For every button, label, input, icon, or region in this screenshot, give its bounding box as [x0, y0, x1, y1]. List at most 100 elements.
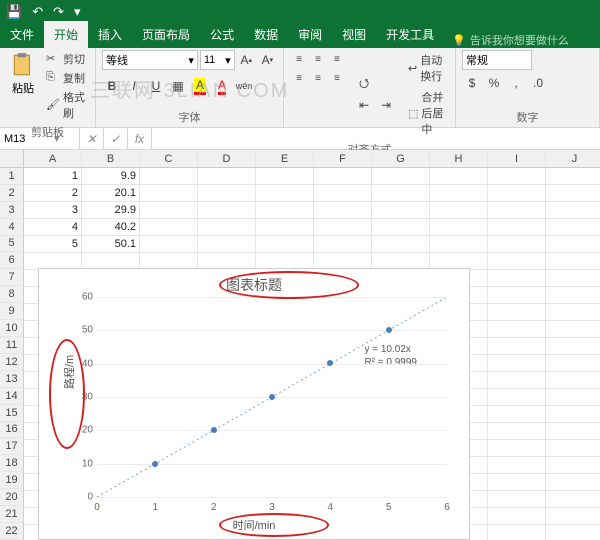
cell[interactable]: 2 [24, 185, 82, 202]
cell[interactable] [198, 219, 256, 236]
shrink-font-button[interactable]: A▾ [258, 50, 277, 70]
format-painter-button[interactable]: 🖌格式刷 [44, 88, 89, 122]
cell[interactable] [430, 168, 488, 185]
data-point[interactable] [327, 360, 333, 366]
cell[interactable] [546, 474, 600, 491]
col-header[interactable]: E [256, 150, 314, 168]
cell[interactable] [488, 321, 546, 338]
wrap-text-button[interactable]: ↩自动换行 [406, 50, 449, 86]
inc-decimal-button[interactable]: .0 [528, 73, 548, 93]
tab-view[interactable]: 视图 [332, 21, 376, 48]
cell[interactable] [546, 372, 600, 389]
row-header[interactable]: 11 [0, 337, 24, 354]
cell[interactable] [546, 185, 600, 202]
chart-title[interactable]: 图表标题 [39, 269, 469, 297]
phonetic-button[interactable]: wén [234, 76, 254, 96]
data-point[interactable] [152, 461, 158, 467]
cell[interactable] [488, 423, 546, 440]
cell[interactable] [198, 185, 256, 202]
cell[interactable] [314, 219, 372, 236]
cell[interactable] [546, 406, 600, 423]
data-point[interactable] [211, 427, 217, 433]
row-header[interactable]: 8 [0, 286, 24, 303]
cell[interactable] [256, 168, 314, 185]
underline-button[interactable]: U [146, 76, 166, 96]
cell[interactable] [488, 270, 546, 287]
cell[interactable] [546, 202, 600, 219]
cell[interactable] [488, 491, 546, 508]
cut-button[interactable]: ✂剪切 [44, 50, 89, 68]
tab-home[interactable]: 开始 [44, 21, 88, 48]
cell[interactable] [546, 270, 600, 287]
orientation-button[interactable]: ⭯ [354, 74, 374, 94]
number-format-select[interactable]: 常规 [462, 50, 532, 70]
plot-area[interactable]: y = 10.02x R² = 0.9999 01020304050600123… [97, 297, 447, 497]
fill-color-button[interactable]: A [190, 76, 210, 96]
col-header[interactable]: G [372, 150, 430, 168]
cell[interactable] [546, 423, 600, 440]
cell[interactable] [546, 321, 600, 338]
cell[interactable] [546, 389, 600, 406]
row-header[interactable]: 21 [0, 506, 24, 523]
row-header[interactable]: 14 [0, 388, 24, 405]
col-header[interactable]: F [314, 150, 372, 168]
cell[interactable] [314, 185, 372, 202]
grow-font-button[interactable]: A▴ [237, 50, 256, 70]
tab-data[interactable]: 数据 [244, 21, 288, 48]
font-name-select[interactable]: 等线▾ [102, 50, 198, 70]
cell[interactable] [488, 457, 546, 474]
x-axis-label[interactable]: 时间/min [39, 517, 469, 533]
col-header[interactable]: D [198, 150, 256, 168]
col-header[interactable]: B [82, 150, 140, 168]
row-header[interactable]: 5 [0, 236, 24, 253]
cell[interactable] [488, 185, 546, 202]
row-header[interactable]: 1 [0, 168, 24, 185]
row-header[interactable]: 12 [0, 354, 24, 371]
tab-file[interactable]: 文件 [0, 21, 44, 48]
cell[interactable] [546, 236, 600, 253]
cell[interactable] [488, 338, 546, 355]
undo-icon[interactable]: ↶ [32, 4, 43, 20]
tab-insert[interactable]: 插入 [88, 21, 132, 48]
col-header[interactable]: C [140, 150, 198, 168]
cell[interactable] [488, 508, 546, 525]
row-header[interactable]: 15 [0, 405, 24, 422]
cell[interactable] [256, 219, 314, 236]
cell[interactable] [546, 508, 600, 525]
comma-button[interactable]: , [506, 73, 526, 93]
cell[interactable] [314, 168, 372, 185]
cell[interactable] [488, 304, 546, 321]
align-top-button[interactable]: ≡ [290, 50, 308, 68]
data-point[interactable] [269, 394, 275, 400]
cell[interactable]: 40.2 [82, 219, 140, 236]
cell[interactable] [488, 236, 546, 253]
font-color-button[interactable]: A [212, 76, 232, 96]
tab-layout[interactable]: 页面布局 [132, 21, 200, 48]
cell[interactable] [140, 236, 198, 253]
cell[interactable] [256, 202, 314, 219]
cell[interactable] [546, 525, 600, 540]
align-middle-button[interactable]: ≡ [309, 50, 327, 68]
cell[interactable] [430, 236, 488, 253]
row-header[interactable]: 22 [0, 523, 24, 540]
row-header[interactable]: 9 [0, 303, 24, 320]
cell[interactable] [488, 202, 546, 219]
row-header[interactable]: 20 [0, 489, 24, 506]
cell[interactable] [546, 287, 600, 304]
indent-inc-button[interactable]: ⇥ [376, 95, 396, 115]
cell[interactable] [488, 168, 546, 185]
cell[interactable] [546, 304, 600, 321]
cell[interactable] [140, 185, 198, 202]
cell[interactable] [488, 372, 546, 389]
cell[interactable] [314, 202, 372, 219]
col-header[interactable]: I [488, 150, 546, 168]
col-header[interactable]: J [546, 150, 600, 168]
cell[interactable] [198, 202, 256, 219]
row-header[interactable]: 13 [0, 371, 24, 388]
tab-dev[interactable]: 开发工具 [376, 21, 444, 48]
row-header[interactable]: 3 [0, 202, 24, 219]
cell[interactable] [488, 440, 546, 457]
cell[interactable] [140, 168, 198, 185]
cell[interactable] [546, 168, 600, 185]
tell-me[interactable]: 💡告诉我你想要做什么 [444, 32, 569, 48]
